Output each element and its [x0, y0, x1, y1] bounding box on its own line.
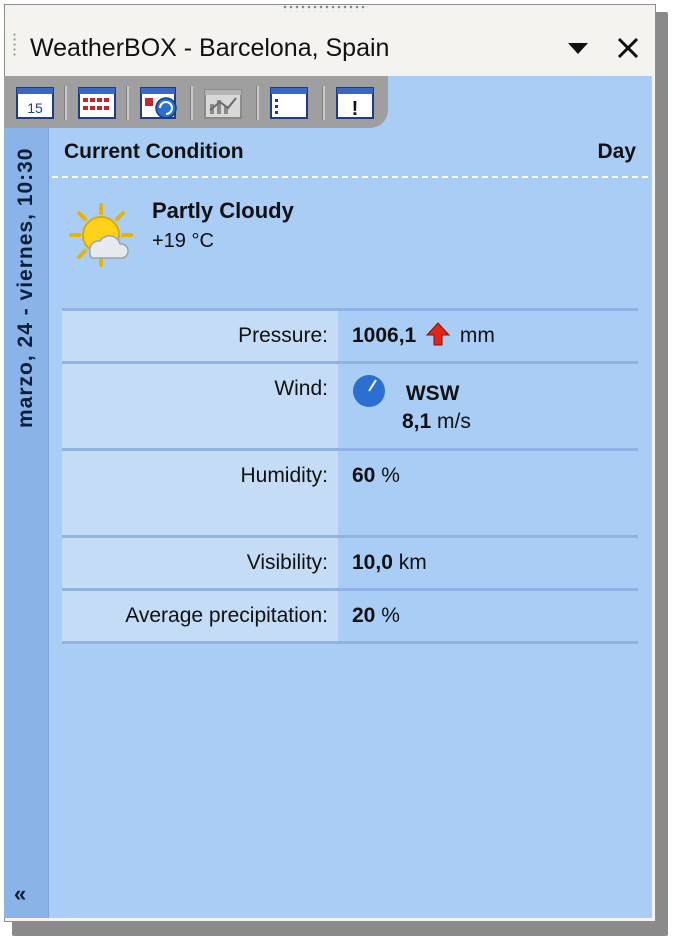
- wind-direction-icon: [353, 375, 385, 407]
- precipitation-unit: %: [381, 604, 400, 627]
- header-divider: [52, 176, 648, 178]
- wind-value-group: WSW 8,1 m/s: [352, 374, 471, 436]
- wind-speed-line: 8,1 m/s: [352, 408, 471, 436]
- collapse-button[interactable]: «: [14, 882, 38, 906]
- calendar-grid-icon[interactable]: [74, 84, 120, 122]
- list-icon[interactable]: [266, 84, 312, 122]
- humidity-value: 60: [352, 464, 376, 487]
- toolbar-separator: [322, 86, 325, 120]
- calendar-15-icon[interactable]: 15: [12, 84, 58, 122]
- toolbar-separator: [256, 86, 259, 120]
- table-row-wind: Wind: WSW 8,1 m/s: [62, 361, 638, 448]
- close-icon[interactable]: [612, 32, 644, 64]
- pressure-value: 1006,1: [352, 324, 417, 347]
- header-title: Current Condition: [64, 140, 244, 163]
- toolbar-separator: [64, 86, 67, 120]
- period-selector[interactable]: Day: [597, 140, 636, 164]
- wind-speed: 8,1: [402, 410, 432, 433]
- toolbar-separator: [190, 86, 193, 120]
- pressure-label: Pressure:: [62, 311, 338, 361]
- condition-text: Partly Cloudy: [152, 198, 294, 223]
- window-drag-grip[interactable]: [282, 4, 368, 12]
- toolbar: 15 !: [4, 76, 388, 128]
- table-bottom-divider: [62, 641, 638, 644]
- humidity-label: Humidity:: [62, 451, 338, 535]
- pressure-value-group: 1006,1 mm: [352, 311, 495, 361]
- visibility-value-group: 10,0 km: [352, 538, 427, 588]
- refresh-calendar-icon[interactable]: [136, 84, 182, 122]
- table-row-visibility: Visibility: 10,0 km: [62, 535, 638, 588]
- wind-direction: WSW: [405, 382, 460, 405]
- details-table: Pressure: 1006,1 mm Wind: WSW 8,1 m/s Hu…: [62, 308, 638, 642]
- precipitation-value: 20: [352, 604, 376, 627]
- pressure-up-arrow-icon: [425, 322, 451, 346]
- visibility-unit: km: [398, 551, 427, 574]
- calendar-15-text: 15: [27, 100, 43, 116]
- window-title: WeatherBOX - Barcelona, Spain: [30, 34, 390, 62]
- chart-icon[interactable]: [200, 84, 246, 122]
- wind-label: Wind:: [62, 364, 338, 448]
- wind-unit: m/s: [437, 410, 471, 433]
- titlebar-grip[interactable]: [12, 32, 18, 58]
- precipitation-value-group: 20 %: [352, 591, 400, 641]
- pressure-unit: mm: [459, 324, 495, 347]
- temperature-text: +19 °C: [152, 230, 214, 252]
- panel-top: [388, 76, 652, 128]
- table-row-humidity: Humidity: 60 %: [62, 448, 638, 535]
- table-row-precipitation: Average precipitation: 20 %: [62, 588, 638, 642]
- sidebar-date-text: marzo, 24 - viernes, 10:30: [14, 148, 37, 429]
- humidity-value-group: 60 %: [352, 451, 400, 501]
- precipitation-label: Average precipitation:: [62, 591, 338, 642]
- title-dropdown-icon[interactable]: [566, 36, 590, 60]
- visibility-value: 10,0: [352, 551, 393, 574]
- condition-header: Current Condition Day: [64, 140, 640, 170]
- partly-cloudy-icon: [69, 203, 133, 267]
- visibility-label: Visibility:: [62, 538, 338, 588]
- toolbar-separator: [126, 86, 129, 120]
- alert-text: !: [352, 98, 359, 120]
- alert-icon[interactable]: !: [332, 84, 378, 122]
- table-row-pressure: Pressure: 1006,1 mm: [62, 308, 638, 361]
- humidity-unit: %: [381, 464, 400, 487]
